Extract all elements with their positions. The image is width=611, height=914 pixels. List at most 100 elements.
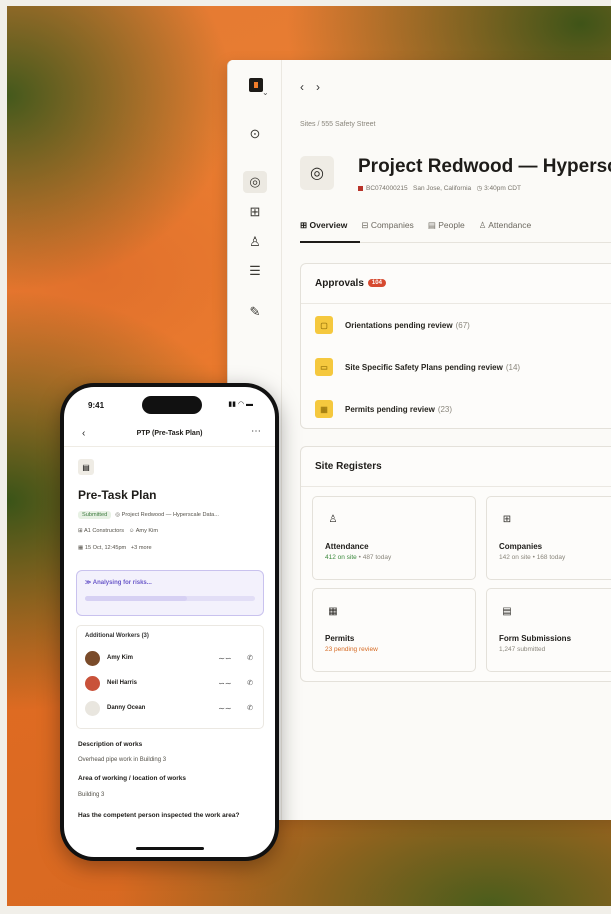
project-code: BC074000215: [366, 185, 408, 192]
worker-row: Neil Harris ∽∼ ✆: [85, 676, 257, 692]
approvals-title: Approvals: [315, 278, 364, 289]
sparkle-icon: ≫: [85, 580, 92, 586]
desktop-window: ⌄ ⊙ ◎ ⊞ ♙ ☰ ✎ ‹› Sites / 555 Safety Stre…: [227, 60, 611, 820]
more-icon[interactable]: ⋯: [251, 426, 261, 437]
meta-row-3: ▦ 15 Oct, 12:45pm +3 more: [78, 545, 152, 551]
tile-name: Companies: [499, 542, 543, 551]
project-time: 3:40pm CDT: [484, 185, 521, 192]
answer-description: Overhead pipe work in Building 3: [78, 757, 167, 763]
people-icon: ♙: [478, 220, 487, 230]
edit-icon[interactable]: ✎: [247, 304, 263, 320]
avatar: ☺: [128, 528, 135, 534]
question-description: Description of works: [78, 741, 143, 748]
approvals-card: Approvals 104 ▢ Orientations pending revi…: [300, 263, 611, 429]
register-tile-companies[interactable]: ⊞ Companies 142 on site • 168 today: [486, 496, 611, 580]
calendar-icon: ▦: [78, 545, 84, 551]
tab-people[interactable]: ▤ People: [428, 220, 465, 231]
calendar-icon: ▦: [328, 605, 338, 617]
clock-icon: ◷: [476, 185, 483, 192]
signal-wifi-battery-icon: ▮▮ ◠ ▬: [228, 401, 253, 408]
main-content: ‹› Sites / 555 Safety Street ◎ Project R…: [282, 60, 611, 820]
people-icon: ♙: [328, 513, 338, 525]
project-code-icon: [358, 185, 363, 191]
status-badge: Submitted: [78, 511, 112, 519]
worker-name: Neil Harris: [107, 680, 138, 686]
tab-overview[interactable]: ⊞ Overview: [300, 220, 347, 231]
company-name: A1 Constructors: [83, 528, 125, 534]
folder-icon: ▭: [315, 358, 333, 376]
check-circle-icon[interactable]: ⊙: [247, 126, 263, 142]
approval-count: (14): [505, 362, 521, 372]
workers-header: Additional Workers (3): [85, 633, 149, 639]
approval-row-permits[interactable]: ▦ Permits pending review (23): [301, 388, 611, 430]
tile-highlight: 412 on site: [325, 554, 357, 561]
register-tile-form-submissions[interactable]: ▤ Form Submissions 1,247 submitted: [486, 588, 611, 672]
approval-count: (67): [455, 320, 470, 330]
signature-icon: ∼∽: [217, 654, 231, 663]
project-ref: Project Redwood — Hyperscale Data...: [121, 512, 219, 518]
active-tab-indicator: [300, 241, 360, 243]
tab-bar: ⊞ Overview ⊟ Companies ▤ People ♙ Attend…: [300, 220, 531, 231]
approval-row-safety-plans[interactable]: ▭ Site Specific Safety Plans pending rev…: [301, 346, 611, 388]
approval-label: Orientations pending review: [345, 320, 453, 330]
approval-count: (23): [437, 404, 453, 414]
building-icon[interactable]: ⊞: [247, 204, 263, 220]
meta-row-1: Submitted ◎ Project Redwood — Hyperscale …: [78, 511, 219, 519]
approvals-count-badge: 104: [367, 279, 386, 288]
analysing-progress-bar: [85, 596, 255, 601]
approval-label: Permits pending review: [345, 404, 435, 414]
calendar-icon: ▦: [315, 400, 333, 418]
tile-name: Attendance: [325, 542, 369, 551]
nav-arrows: ‹›: [300, 80, 332, 94]
worker-row: Amy Kim ∼∽ ✆: [85, 651, 257, 667]
project-meta: BC074000215 San Jose, California ◷ 3:40p…: [358, 184, 521, 192]
signature-icon: ∽∼: [217, 679, 231, 688]
phone-screen: 9:41 ▮▮ ◠ ▬ ‹ PTP (Pre-Task Plan) ⋯ ▤ Pr…: [64, 387, 275, 857]
approval-row-orientations[interactable]: ▢ Orientations pending review (67): [301, 304, 611, 346]
tile-rest: 1,247 submitted: [499, 646, 546, 653]
tab-attendance[interactable]: ♙ Attendance: [479, 220, 532, 231]
clipboard-icon: ▢: [315, 316, 333, 334]
status-time: 9:41: [88, 401, 105, 410]
phone-call-icon[interactable]: ✆: [247, 654, 253, 662]
app-logo[interactable]: [249, 78, 263, 92]
register-tile-attendance[interactable]: ♙ Attendance 412 on site • 487 today: [312, 496, 476, 580]
tile-rest: • 487 today: [356, 554, 392, 561]
avatar: [85, 701, 100, 716]
page-title: Project Redwood — Hypersca: [358, 156, 611, 177]
location-pin-icon: ◎: [300, 156, 334, 190]
tab-companies[interactable]: ⊟ Companies: [361, 220, 414, 231]
phone-call-icon[interactable]: ✆: [247, 679, 253, 687]
phone-frame: 9:41 ▮▮ ◠ ▬ ‹ PTP (Pre-Task Plan) ⋯ ▤ Pr…: [60, 383, 279, 861]
signature-icon: ∼∼: [217, 704, 231, 713]
additional-workers-card: Additional Workers (3) Amy Kim ∼∽ ✆ Neil…: [76, 625, 264, 729]
tile-name: Permits: [325, 634, 355, 643]
datetime: 15 Oct, 12:45pm: [84, 545, 127, 551]
people-icon[interactable]: ♙: [247, 234, 263, 250]
site-registers-header: Site Registers: [301, 447, 611, 487]
document-icon: ▤: [502, 605, 512, 617]
chevron-down-icon[interactable]: ⌄: [262, 88, 269, 97]
tile-subtitle: 412 on site • 487 today: [325, 554, 391, 561]
list-icon[interactable]: ☰: [247, 263, 263, 279]
phone-call-icon[interactable]: ✆: [247, 704, 253, 712]
person-name: Amy Kim: [135, 528, 159, 534]
grid-icon: ⊞: [300, 220, 308, 230]
tile-subtitle: 23 pending review: [325, 646, 378, 653]
document-icon: ▤: [78, 459, 94, 475]
forward-arrow-icon[interactable]: ›: [316, 80, 332, 94]
breadcrumb[interactable]: Sites / 555 Safety Street: [300, 121, 376, 128]
worker-name: Danny Ocean: [107, 705, 146, 711]
tab-label: Companies: [370, 220, 414, 230]
back-arrow-icon[interactable]: ‹: [300, 80, 316, 94]
tab-label: Overview: [309, 220, 348, 230]
building-icon: ⊟: [361, 220, 369, 230]
location-pin-icon[interactable]: ◎: [243, 171, 267, 193]
register-tile-permits[interactable]: ▦ Permits 23 pending review: [312, 588, 476, 672]
more-link[interactable]: +3 more: [131, 545, 152, 551]
answer-area: Building 3: [78, 792, 105, 798]
worker-name: Amy Kim: [107, 655, 134, 661]
question-area: Area of working / location of works: [78, 775, 186, 782]
analysing-panel: ≫ Analysing for risks...: [76, 570, 264, 616]
id-card-icon: ▤: [427, 220, 436, 230]
